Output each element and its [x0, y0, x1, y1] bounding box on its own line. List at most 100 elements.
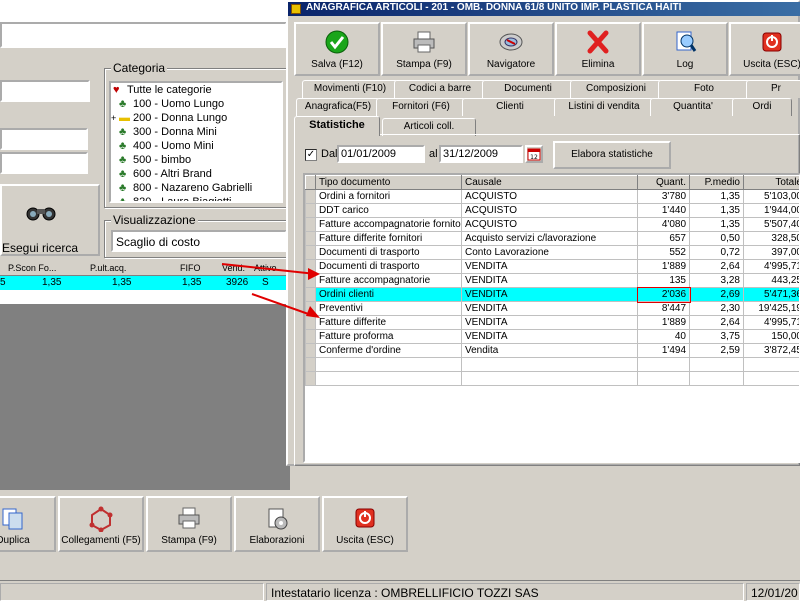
bottom-button-label: Collegamenti (F5) — [60, 535, 142, 546]
tab-statistiche[interactable]: Statistiche — [294, 116, 380, 136]
table-row[interactable]: Fatture differiteVENDITA1'8892,644'995,7… — [306, 316, 800, 330]
table-row[interactable]: Ordini a fornitoriACQUISTO3'7801,355'103… — [306, 190, 800, 204]
table-cell — [316, 358, 462, 372]
tab-fornitori-f6[interactable]: Fornitori (F6) — [376, 98, 466, 116]
table-cell — [316, 372, 462, 386]
category-icon: ♣ — [119, 125, 133, 139]
column-header[interactable]: Quant. — [638, 176, 690, 190]
toolbar-button-navigatore[interactable]: Navigatore — [468, 22, 554, 76]
statistics-grid[interactable]: Tipo documentoCausaleQuant.P.medioTotale… — [303, 173, 800, 463]
table-cell: 3,75 — [690, 330, 744, 344]
tabs-area: Movimenti (F10)Codici a barreDocumentiCo… — [292, 80, 800, 136]
tab-clienti[interactable]: Clienti — [462, 98, 558, 116]
toolbar-button-uscita-esc[interactable]: Uscita (ESC) — [729, 22, 800, 76]
tab-pr[interactable]: Pr — [746, 80, 800, 98]
category-label: 200 - Donna Lungo — [133, 112, 227, 124]
table-row[interactable]: Documenti di trasportoVENDITA1'8892,644'… — [306, 260, 800, 274]
printer-icon — [411, 30, 437, 54]
tab-composizioni[interactable]: Composizioni — [570, 80, 662, 98]
bottom-button-collegamenti-f5[interactable]: Collegamenti (F5) — [58, 496, 144, 552]
table-cell — [638, 358, 690, 372]
category-item[interactable]: ♣100 - Uomo Lungo — [119, 97, 224, 111]
al-date-input[interactable]: 31/12/2009 — [439, 145, 523, 163]
tab-movimenti-f10[interactable]: Movimenti (F10) — [302, 80, 398, 98]
dal-checkbox[interactable]: ✓ — [305, 149, 317, 161]
column-header[interactable]: Tipo documento — [316, 176, 462, 190]
category-item[interactable]: +▬200 - Donna Lungo — [119, 111, 227, 125]
table-cell: 2,64 — [690, 260, 744, 274]
field-top[interactable] — [0, 22, 287, 48]
input-field-2[interactable] — [0, 128, 88, 150]
toolbar-button-stampa-f9[interactable]: Stampa (F9) — [381, 22, 467, 76]
bottom-button-elaborazioni[interactable]: Elaborazioni — [234, 496, 320, 552]
category-item[interactable]: ♣800 - Nazareno Gabrielli — [119, 181, 252, 195]
row-selector[interactable] — [306, 190, 316, 204]
table-cell: 5'471,36 — [744, 288, 800, 302]
dal-date-input[interactable]: 01/01/2009 — [337, 145, 425, 163]
elabora-statistiche-label: Elabora statistiche — [571, 149, 653, 160]
tab-foto[interactable]: Foto — [658, 80, 750, 98]
bottom-button-label: Uscita (ESC) — [324, 535, 406, 546]
category-icon: ♣ — [119, 139, 133, 153]
table-row[interactable]: Documenti di trasportoConto Lavorazione5… — [306, 246, 800, 260]
table-cell: 552 — [638, 246, 690, 260]
elabora-statistiche-button[interactable]: Elabora statistiche — [553, 141, 671, 169]
row-selector[interactable] — [306, 232, 316, 246]
tab-ordi[interactable]: Ordi — [732, 98, 792, 116]
category-item[interactable]: ♣400 - Uomo Mini — [119, 139, 214, 153]
row-selector[interactable] — [306, 344, 316, 358]
statistics-table: Tipo documentoCausaleQuant.P.medioTotale… — [305, 175, 800, 386]
table-cell: 2,30 — [690, 302, 744, 316]
toolbar-button-log[interactable]: Log — [642, 22, 728, 76]
table-row[interactable]: PreventiviVENDITA8'4472,3019'425,19 — [306, 302, 800, 316]
row-selector[interactable] — [306, 330, 316, 344]
log-icon — [672, 30, 698, 54]
grid-cell: 1,35 — [112, 277, 131, 288]
bottom-button-label: Elaborazioni — [236, 535, 318, 546]
table-row[interactable]: Fatture proformaVENDITA403,75150,00 — [306, 330, 800, 344]
category-item[interactable]: ♥Tutte le categorie — [113, 83, 212, 97]
esegui-ricerca-button[interactable]: Esegui ricerca — [0, 184, 100, 256]
tab-codici-a-barre[interactable]: Codici a barre — [394, 80, 486, 98]
category-item[interactable]: ♣600 - Altri Brand — [119, 167, 212, 181]
bottom-button-duplica[interactable]: Duplica — [0, 496, 56, 552]
table-row-empty — [306, 372, 800, 386]
table-corner — [306, 176, 316, 190]
column-header[interactable]: Causale — [462, 176, 638, 190]
table-row[interactable]: Fatture accompagnatorieVENDITA1353,28443… — [306, 274, 800, 288]
grid-header-fifo: FIFO — [180, 263, 201, 273]
row-selector[interactable] — [306, 218, 316, 232]
category-item[interactable]: ♣820 - Laura Biagiotti — [119, 195, 231, 203]
table-row[interactable]: Conferme d'ordineVendita1'4942,593'872,4… — [306, 344, 800, 358]
heart-icon: ♥ — [113, 83, 127, 97]
bottom-button-label: Duplica — [0, 535, 54, 546]
visualizzazione-select[interactable]: Scaglio di costo — [111, 230, 287, 252]
input-field-1[interactable] — [0, 80, 90, 102]
tab-anagrafica-f5[interactable]: Anagrafica(F5) — [296, 98, 380, 116]
dal-label: Dal — [321, 148, 338, 160]
table-row[interactable]: Ordini clientiVENDITA2'0362,695'471,36 — [306, 288, 800, 302]
toolbar-button-elimina[interactable]: Elimina — [555, 22, 641, 76]
column-header[interactable]: P.medio — [690, 176, 744, 190]
toolbar-button-salva-f12[interactable]: Salva (F12) — [294, 22, 380, 76]
calendar-button[interactable]: 12 — [525, 145, 543, 163]
category-item[interactable]: ♣500 - bimbo — [119, 153, 191, 167]
category-item[interactable]: ♣300 - Donna Mini — [119, 125, 217, 139]
table-row[interactable]: Fatture differite fornitoriAcquisto serv… — [306, 232, 800, 246]
table-row[interactable]: DDT caricoACQUISTO1'4401,351'944,00 — [306, 204, 800, 218]
row-selector[interactable] — [306, 204, 316, 218]
window-title-bar[interactable]: ANAGRAFICA ARTICOLI - 201 - OMB. DONNA 6… — [288, 2, 800, 16]
bottom-button-stampa-f9[interactable]: Stampa (F9) — [146, 496, 232, 552]
table-cell — [306, 358, 316, 372]
exit-icon — [759, 30, 785, 54]
input-field-3[interactable] — [0, 152, 88, 174]
column-header[interactable]: Totale — [744, 176, 800, 190]
bottom-button-uscita-esc[interactable]: Uscita (ESC) — [322, 496, 408, 552]
expand-icon[interactable]: + — [111, 111, 119, 125]
tab-documenti[interactable]: Documenti — [482, 80, 574, 98]
tab-listini-di-vendita[interactable]: Listini di vendita — [554, 98, 654, 116]
table-cell — [462, 358, 638, 372]
tab-quantita[interactable]: Quantita' — [650, 98, 736, 116]
category-tree[interactable]: ♥Tutte le categorie♣100 - Uomo Lungo+▬20… — [109, 81, 283, 203]
table-row[interactable]: Fatture accompagnatorie fornitoriACQUIST… — [306, 218, 800, 232]
